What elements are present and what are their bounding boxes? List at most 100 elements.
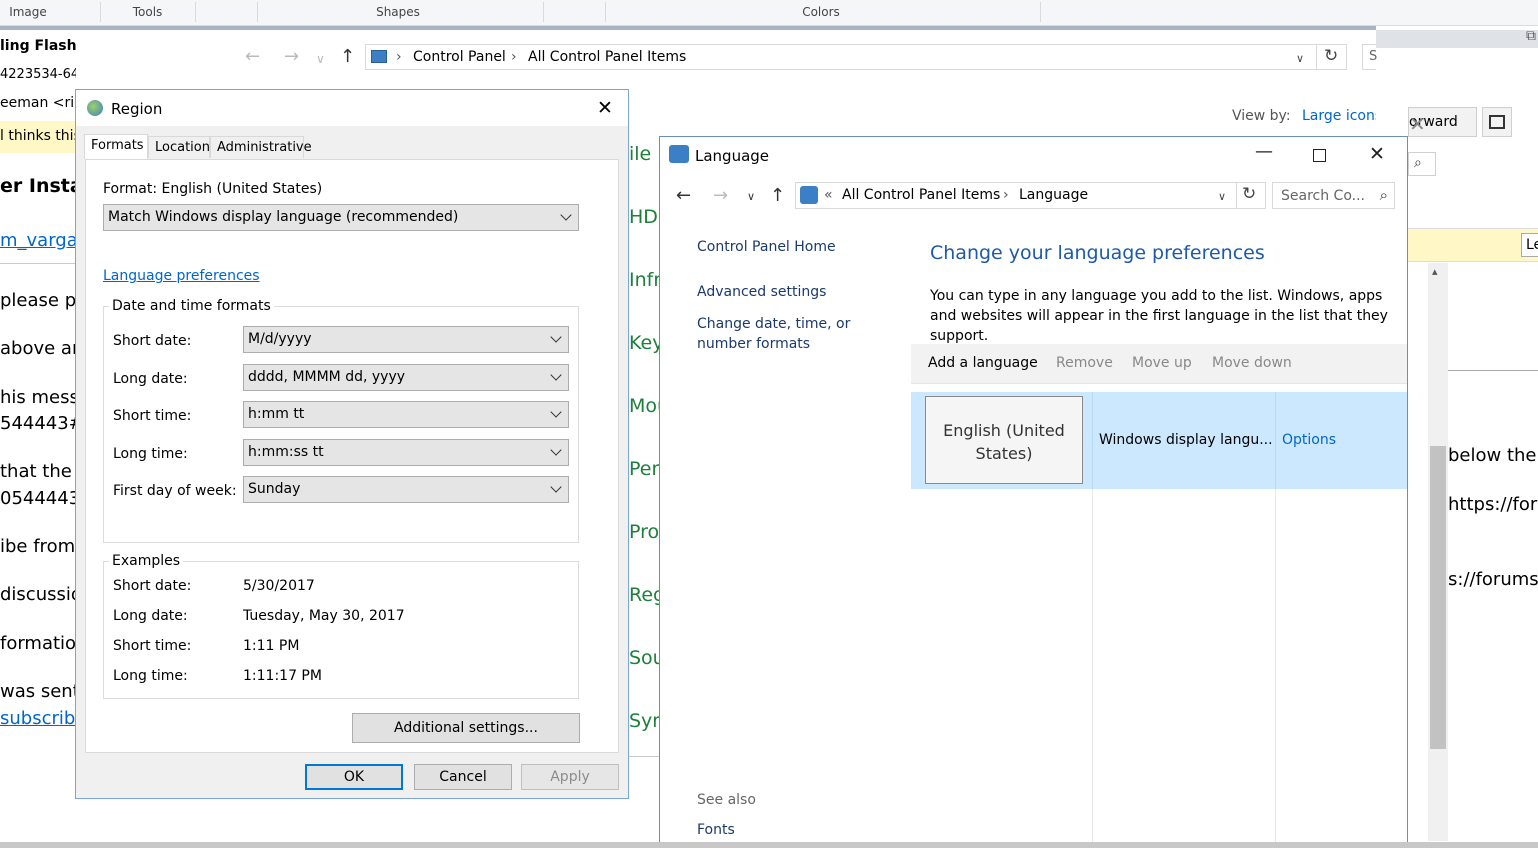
page-description: You can type in any language you add to … [930, 288, 1388, 344]
email-text: his messa [0, 387, 76, 408]
up-arrow-icon[interactable]: ↑ [340, 46, 355, 67]
date-time-formats-title: Date and time formats [109, 298, 274, 314]
move-up-button[interactable]: Move up [1132, 355, 1192, 371]
email-infobar: l thinks this [0, 121, 76, 153]
scrollbar-thumb[interactable] [1430, 446, 1446, 749]
language-options-link[interactable]: Options [1282, 432, 1336, 448]
example-label: Long time: [113, 668, 188, 684]
short-time-label: Short time: [113, 408, 192, 424]
email-to: eeman <ric [0, 95, 76, 111]
maximize-icon[interactable] [1313, 149, 1326, 162]
ribbon-group-colors[interactable]: Colors [798, 5, 844, 19]
apply-button[interactable]: Apply [521, 764, 619, 790]
forward-arrow-icon[interactable]: → [713, 185, 728, 206]
language-list-row[interactable]: English (United States) Windows display … [911, 392, 1407, 489]
format-dropdown[interactable]: Match Windows display language (recommen… [103, 204, 579, 231]
email-text: 544443# [0, 413, 76, 434]
language-tile[interactable]: English (United States) [925, 396, 1083, 484]
language-preferences-link[interactable]: Language preferences [103, 268, 260, 284]
email-user-link[interactable]: m_vargas [0, 230, 76, 251]
cp-address-bar[interactable]: › Control Panel › All Control Panel Item… [365, 44, 1347, 70]
email-heading: er Insta [0, 175, 76, 197]
short-date-label: Short date: [113, 333, 192, 349]
address-dropdown-icon[interactable]: ∨ [1296, 52, 1304, 65]
language-status: Windows display langu... [1099, 432, 1273, 448]
tab-button[interactable]: Le [1521, 233, 1538, 257]
language-toolbar: Add a language Remove Move up Move down [911, 344, 1407, 384]
breadcrumb-control-panel[interactable]: Control Panel [413, 49, 506, 65]
recent-dropdown-icon[interactable]: ∨ [747, 190, 755, 203]
forward-arrow-icon[interactable]: → [284, 46, 299, 67]
breadcrumb-language[interactable]: Language [1019, 187, 1088, 203]
back-arrow-icon[interactable]: ← [676, 185, 691, 206]
close-icon[interactable]: ✕ [1369, 143, 1385, 165]
breadcrumb-all-items[interactable]: All Control Panel Items [528, 49, 686, 65]
ribbon: Image Tools Shapes Colors [0, 0, 1538, 26]
ribbon-separator [605, 2, 606, 22]
first-day-label: First day of week: [113, 483, 237, 499]
ribbon-separator [100, 2, 101, 22]
ribbon-separator [543, 2, 544, 22]
breadcrumb-overflow-icon[interactable]: « [824, 187, 833, 203]
archive-button[interactable] [1482, 107, 1512, 137]
back-arrow-icon[interactable]: ← [245, 46, 260, 67]
scroll-up-icon[interactable]: ▴ [1432, 265, 1438, 278]
language-address-bar[interactable]: « All Control Panel Items › Language ∨ ↻ [795, 182, 1266, 209]
long-time-dropdown[interactable]: h:mm:ss tt [243, 439, 569, 466]
up-arrow-icon[interactable]: ↑ [770, 185, 785, 206]
move-down-button[interactable]: Move down [1212, 355, 1292, 371]
tab-formats[interactable]: Formats [84, 134, 148, 159]
view-by-dropdown[interactable]: Large icons [1302, 108, 1382, 124]
language-search-input[interactable]: Search Co... ⌕ [1272, 182, 1395, 209]
restore-icon[interactable]: ⧉ [1526, 28, 1536, 44]
email-text: formatior [0, 633, 76, 654]
cancel-button[interactable]: Cancel [414, 764, 512, 790]
breadcrumb-separator: › [511, 49, 517, 65]
change-date-formats-link[interactable]: Change date, time, or number formats [697, 314, 902, 354]
tab-location[interactable]: Location [148, 136, 210, 158]
email-text: above an [0, 338, 76, 359]
breadcrumb-all-items[interactable]: All Control Panel Items [842, 187, 1000, 203]
first-day-dropdown[interactable]: Sunday [243, 476, 569, 503]
ribbon-group-tools[interactable]: Tools [125, 5, 170, 19]
long-time-value: h:mm:ss tt [248, 444, 324, 460]
language-window: Language — ✕ ← → ∨ ↑ « All Control Panel… [659, 136, 1408, 848]
email-unsubscribe-link[interactable]: subscribe [0, 708, 76, 729]
ok-button[interactable]: OK [305, 764, 403, 790]
short-date-value: M/d/yyyy [248, 331, 312, 347]
ribbon-group-image[interactable]: Image [8, 5, 48, 19]
ribbon-group-shapes[interactable]: Shapes [370, 5, 426, 19]
separator [1316, 45, 1317, 69]
address-dropdown-icon[interactable]: ∨ [1218, 190, 1226, 203]
remove-button[interactable]: Remove [1056, 355, 1113, 371]
add-language-button[interactable]: Add a language [928, 355, 1038, 371]
email-divider [0, 263, 76, 264]
first-day-value: Sunday [248, 481, 301, 497]
recent-dropdown-icon[interactable]: ∨ [316, 52, 325, 66]
refresh-icon[interactable]: ↻ [1324, 46, 1338, 66]
short-time-dropdown[interactable]: h:mm tt [243, 401, 569, 428]
tab-administrative[interactable]: Administrative [210, 136, 312, 158]
cp-item-partial[interactable]: ile [629, 143, 651, 165]
breadcrumb-separator: › [396, 49, 402, 65]
minimize-icon[interactable]: — [1255, 141, 1273, 162]
cp-search-box[interactable]: S [1362, 44, 1377, 70]
column-divider [1092, 392, 1093, 489]
close-icon[interactable]: ✕ [1409, 112, 1426, 136]
long-date-dropdown[interactable]: dddd, MMMM dd, yyyy [243, 364, 569, 391]
email-text: please p [0, 290, 76, 311]
fonts-link[interactable]: Fonts [697, 822, 735, 838]
language-title: Language [695, 147, 770, 165]
short-date-dropdown[interactable]: M/d/yyyy [243, 326, 569, 353]
close-icon[interactable]: ✕ [597, 97, 613, 119]
example-label: Long date: [113, 608, 188, 624]
control-panel-home-link[interactable]: Control Panel Home [697, 239, 836, 255]
additional-settings-button[interactable]: Additional settings... [352, 713, 580, 743]
chevron-down-icon [560, 209, 572, 221]
advanced-settings-link[interactable]: Advanced settings [697, 284, 826, 300]
ribbon-separator [195, 2, 196, 22]
taskbar-edge [0, 842, 1538, 848]
email-url-text: https://for [1448, 494, 1538, 515]
search-button[interactable]: ⌕ [1408, 152, 1436, 176]
refresh-icon[interactable]: ↻ [1242, 184, 1256, 204]
